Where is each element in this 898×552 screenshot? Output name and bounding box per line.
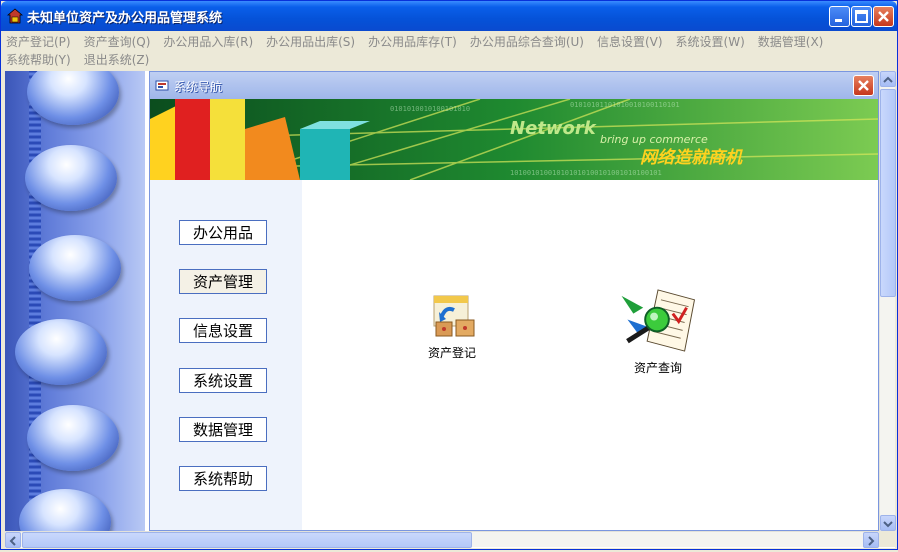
menu-row-1: 资产登记(P) 资产查询(Q) 办公用品入库(R) 办公用品出库(S) 办公用品… xyxy=(1,32,831,50)
vertical-scrollbar[interactable] xyxy=(879,71,896,531)
feature-asset-register[interactable]: 资产登记 xyxy=(402,292,502,382)
window-title: 未知单位资产及办公用品管理系统 xyxy=(27,11,223,26)
left-decoration xyxy=(5,71,145,531)
menu-asset-query[interactable]: 资产查询(Q) xyxy=(79,33,156,50)
svg-text:0101010010100101010: 0101010010100101010 xyxy=(390,105,470,113)
scroll-left-button[interactable] xyxy=(5,532,21,548)
app-icon xyxy=(7,8,23,24)
nav-window-title: 系统导航 xyxy=(174,80,223,94)
nav-window-close-button[interactable] xyxy=(853,75,874,96)
banner-graphic: 0101010010100101010 01010101101010010100… xyxy=(150,99,878,180)
asset-register-icon xyxy=(433,295,475,337)
minimize-icon xyxy=(835,19,842,22)
asset-search-icon xyxy=(621,289,696,352)
nav-button-info-settings[interactable]: 信息设置 xyxy=(179,318,267,343)
menu-bar: 资产登记(P) 资产查询(Q) 办公用品入库(R) 办公用品出库(S) 办公用品… xyxy=(1,31,897,69)
main-window: 未知单位资产及办公用品管理系统 资产登记(P) 资产查询(Q) 办公用品入库(R… xyxy=(0,0,898,550)
close-icon xyxy=(858,80,869,91)
menu-system-help[interactable]: 系统帮助(Y) xyxy=(1,51,76,68)
maximize-button[interactable] xyxy=(851,6,872,27)
nav-button-asset-management[interactable]: 资产管理 xyxy=(179,269,267,294)
menu-supplies-query[interactable]: 办公用品综合查询(U) xyxy=(465,33,589,50)
nav-button-data-management[interactable]: 数据管理 xyxy=(179,417,267,442)
menu-data-management[interactable]: 数据管理(X) xyxy=(753,33,829,50)
decorative-ball xyxy=(25,145,117,211)
nav-window: 系统导航 0101010010100101010 010101011010100… xyxy=(149,71,879,531)
menu-supplies-stock[interactable]: 办公用品库存(T) xyxy=(363,33,462,50)
nav-button-panel: 办公用品 资产管理 信息设置 系统设置 数据管理 系统帮助 xyxy=(150,180,302,530)
banner-tagline-text: bring up commerce xyxy=(600,133,708,146)
chevron-up-icon xyxy=(883,76,893,83)
feature-asset-search[interactable]: 资产查询 xyxy=(608,286,708,376)
close-icon xyxy=(878,11,889,22)
feature-area: 资产登记 资产查询 xyxy=(302,180,878,530)
decorative-ball xyxy=(15,319,107,385)
menu-info-settings[interactable]: 信息设置(V) xyxy=(592,33,668,50)
chevron-left-icon xyxy=(9,536,16,546)
svg-text:101001010010101010100101001010: 101001010010101010100101001010100101 xyxy=(510,169,662,177)
chevron-right-icon xyxy=(868,536,875,546)
menu-supplies-in[interactable]: 办公用品入库(R) xyxy=(158,33,258,50)
menu-exit-system[interactable]: 退出系统(Z) xyxy=(79,51,155,68)
menu-supplies-out[interactable]: 办公用品出库(S) xyxy=(261,33,360,50)
scrollbar-corner xyxy=(879,531,895,547)
decorative-ball xyxy=(29,235,121,301)
nav-button-office-supplies[interactable]: 办公用品 xyxy=(179,220,267,245)
banner-network-text: Network xyxy=(510,118,597,139)
mdi-client-area: 系统导航 0101010010100101010 010101011010100… xyxy=(5,71,896,548)
banner-slogan-text: 网络造就商机 xyxy=(640,148,743,168)
close-button[interactable] xyxy=(873,6,894,27)
title-bar[interactable]: 未知单位资产及办公用品管理系统 xyxy=(1,1,897,31)
vertical-scroll-thumb[interactable] xyxy=(880,89,896,297)
menu-row-2: 系统帮助(Y) 退出系统(Z) xyxy=(1,50,157,68)
menu-system-settings[interactable]: 系统设置(W) xyxy=(671,33,750,50)
feature-asset-register-label: 资产登记 xyxy=(427,346,476,360)
decorative-chain xyxy=(29,71,41,531)
scroll-right-button[interactable] xyxy=(863,532,879,548)
feature-asset-search-label: 资产查询 xyxy=(633,361,682,375)
horizontal-scroll-thumb[interactable] xyxy=(22,532,472,548)
maximize-icon xyxy=(855,10,868,23)
scroll-down-button[interactable] xyxy=(880,515,896,531)
banner-image: 0101010010100101010 01010101101010010100… xyxy=(150,99,878,180)
scroll-up-button[interactable] xyxy=(880,71,896,87)
svg-text:01010101101010010100110101: 01010101101010010100110101 xyxy=(570,101,680,109)
chevron-down-icon xyxy=(883,521,893,528)
minimize-button[interactable] xyxy=(829,6,850,27)
decorative-ball xyxy=(27,405,119,471)
nav-button-system-help[interactable]: 系统帮助 xyxy=(179,466,267,491)
nav-window-titlebar[interactable]: 系统导航 xyxy=(150,72,878,99)
menu-asset-register[interactable]: 资产登记(P) xyxy=(1,33,76,50)
nav-window-icon xyxy=(155,80,169,91)
horizontal-scrollbar[interactable] xyxy=(5,531,879,548)
nav-button-system-settings[interactable]: 系统设置 xyxy=(179,368,267,393)
